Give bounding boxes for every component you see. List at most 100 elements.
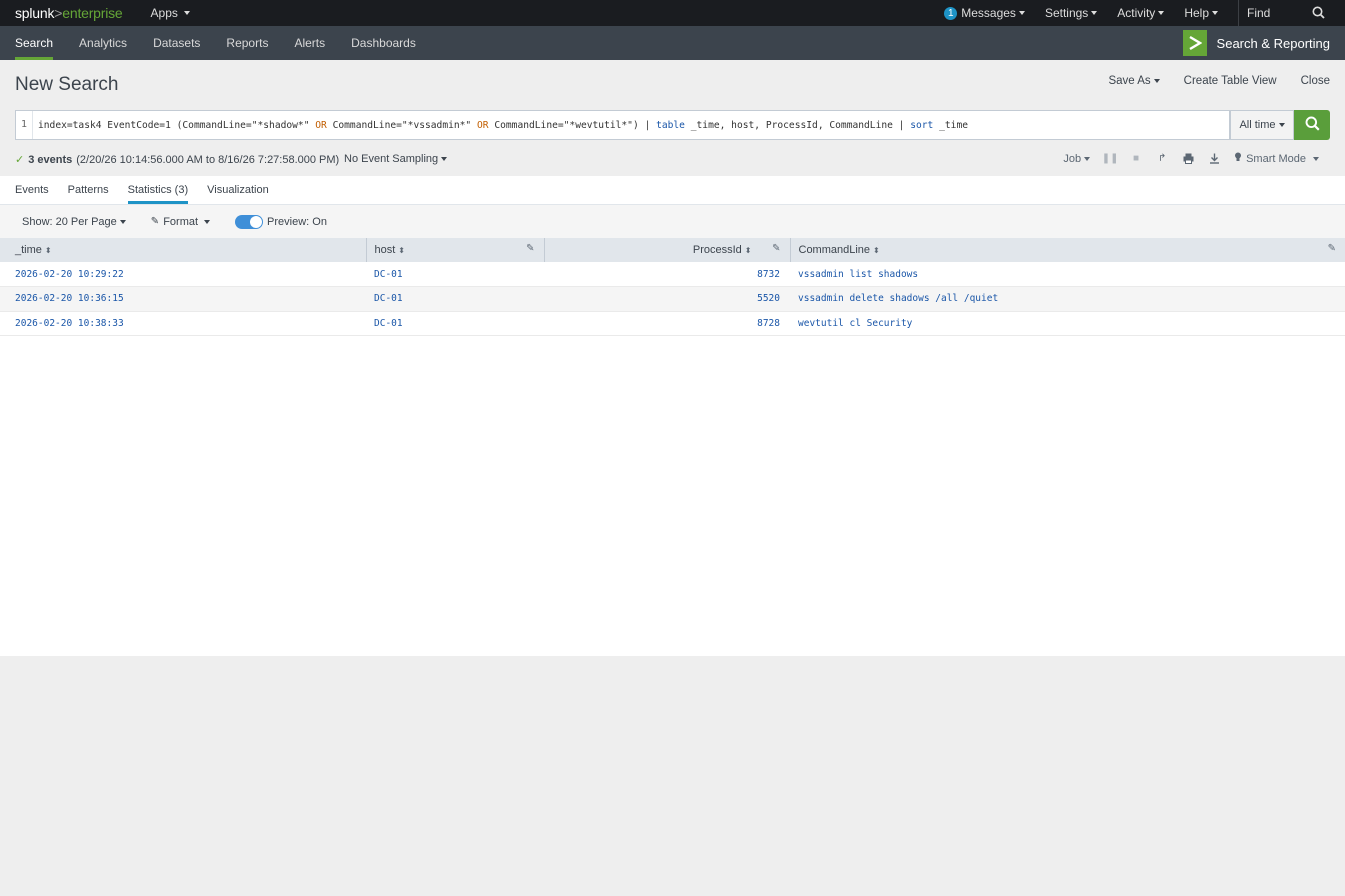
chevron-down-icon	[1153, 78, 1160, 83]
chevron-down-icon	[119, 219, 126, 224]
toggle-switch[interactable]	[235, 214, 264, 229]
event-sampling-label: No Event Sampling	[344, 153, 439, 165]
pencil-icon[interactable]: ✎	[526, 243, 534, 254]
cell-host[interactable]: DC-01	[366, 286, 544, 312]
query-command: sort	[910, 119, 934, 131]
close-button[interactable]: Close	[1301, 75, 1330, 87]
search-query-input[interactable]: 1 index=task4 EventCode=1 (CommandLine="…	[15, 110, 1230, 140]
chevron-down-icon	[1091, 11, 1098, 15]
tab-visualization[interactable]: Visualization	[207, 176, 269, 204]
column-header-time[interactable]: _time ⬍	[0, 238, 367, 262]
find-input[interactable]: Find	[1238, 0, 1330, 26]
query-part: _time	[933, 119, 968, 131]
nav-tab-alerts[interactable]: Alerts	[294, 26, 325, 60]
nav-tab-analytics[interactable]: Analytics	[79, 26, 127, 60]
nav-tab-dashboards[interactable]: Dashboards	[351, 26, 416, 60]
splunk-logo[interactable]: splunk > enterprise	[0, 5, 123, 21]
search-reporting-app-icon	[1182, 30, 1207, 56]
cell-host[interactable]: DC-01	[366, 311, 544, 336]
job-label: Job	[1063, 152, 1082, 165]
nav-tab-reports[interactable]: Reports	[226, 26, 268, 60]
query-part: CommandLine="*vssadmin*"	[326, 119, 477, 131]
tab-patterns[interactable]: Patterns	[68, 176, 109, 204]
sort-icon[interactable]: ⬍	[45, 246, 52, 255]
cell-time[interactable]: 2026-02-20 10:36:15	[0, 286, 366, 312]
query-keyword: OR	[315, 119, 327, 131]
results-toolbar: Show: 20 Per Page ✎ Format Preview: On	[0, 205, 1345, 238]
cell-processid[interactable]: 8732	[544, 262, 790, 287]
activity-label: Activity	[1117, 6, 1156, 20]
column-label: _time	[15, 244, 42, 256]
settings-menu[interactable]: Settings	[1045, 6, 1098, 20]
tab-events[interactable]: Events	[15, 176, 49, 204]
stop-icon[interactable]: ■	[1130, 153, 1142, 165]
time-range-picker[interactable]: All time	[1230, 110, 1294, 140]
messages-menu[interactable]: 1 Messages	[944, 6, 1025, 20]
save-as-button[interactable]: Save As	[1108, 75, 1160, 87]
share-icon[interactable]: ↱	[1156, 153, 1168, 165]
export-icon[interactable]	[1208, 153, 1220, 165]
cell-commandline[interactable]: wevtutil cl Security	[790, 311, 1345, 336]
sort-icon[interactable]: ⬍	[745, 246, 752, 255]
chevron-down-icon	[1212, 11, 1218, 15]
column-label: host	[374, 244, 396, 256]
top-bar: splunk > enterprise Apps 1 Messages Settin…	[0, 0, 1345, 26]
messages-label: Messages	[961, 6, 1016, 20]
app-title[interactable]: Search & Reporting	[1182, 30, 1330, 56]
table-row: 2026-02-20 10:38:33 DC-01 8728 wevtutil …	[0, 311, 1345, 336]
pencil-icon[interactable]: ✎	[772, 243, 780, 254]
app-nav: Search Analytics Datasets Reports Alerts…	[0, 26, 442, 60]
event-sampling-dropdown[interactable]: No Event Sampling	[344, 153, 448, 165]
app-name-label: Search & Reporting	[1216, 35, 1330, 51]
cell-host[interactable]: DC-01	[366, 262, 544, 287]
nav-tab-search[interactable]: Search	[15, 26, 54, 60]
cell-commandline[interactable]: vssadmin list shadows	[790, 262, 1345, 287]
help-menu[interactable]: Help	[1184, 6, 1218, 20]
sort-icon[interactable]: ⬍	[398, 246, 405, 255]
search-status-row: ✓ 3 events (2/20/26 10:14:56.000 AM to 8…	[0, 152, 1345, 176]
per-page-dropdown[interactable]: Show: 20 Per Page	[22, 216, 126, 228]
table-header-row: _time ⬍ host ⬍ ✎ ProcessId ⬍ ✎ CommandLine ⬍ ✎	[0, 238, 1345, 262]
table-row: 2026-02-20 10:29:22 DC-01 8732 vssadmin …	[0, 262, 1345, 287]
cell-time[interactable]: 2026-02-20 10:38:33	[0, 311, 366, 336]
query-keyword: OR	[477, 119, 489, 131]
apps-menu[interactable]: Apps	[151, 6, 190, 20]
search-icon[interactable]	[1312, 6, 1325, 22]
search-mode-menu[interactable]: Smart Mode	[1234, 152, 1319, 165]
chevron-down-icon	[441, 157, 448, 162]
print-icon[interactable]	[1182, 153, 1194, 165]
query-line-number: 1	[16, 111, 33, 139]
page-title: New Search	[15, 74, 119, 95]
cell-processid[interactable]: 8728	[544, 311, 790, 336]
sort-icon[interactable]: ⬍	[873, 246, 880, 255]
create-table-view-button[interactable]: Create Table View	[1184, 75, 1277, 87]
query-command: table	[656, 119, 685, 131]
table-row: 2026-02-20 10:36:15 DC-01 5520 vssadmin …	[0, 286, 1345, 312]
tab-statistics[interactable]: Statistics (3)	[127, 176, 189, 204]
preview-toggle[interactable]: Preview: On	[235, 214, 327, 229]
preview-label: Preview: On	[267, 215, 327, 228]
chevron-down-icon	[1084, 156, 1091, 161]
cell-commandline[interactable]: vssadmin delete shadows /all /quiet	[790, 286, 1345, 312]
column-header-commandline[interactable]: CommandLine ⬍ ✎	[790, 238, 1345, 262]
search-status: ✓ 3 events (2/20/26 10:14:56.000 AM to 8…	[15, 153, 339, 167]
pause-icon[interactable]: ❚❚	[1102, 153, 1119, 165]
activity-menu[interactable]: Activity	[1117, 6, 1165, 20]
nav-tab-datasets[interactable]: Datasets	[153, 26, 200, 60]
app-bar: Search Analytics Datasets Reports Alerts…	[0, 26, 1345, 60]
chevron-down-icon	[1158, 11, 1165, 15]
per-page-label: Show: 20 Per Page	[22, 215, 117, 228]
column-header-processid[interactable]: ProcessId ⬍ ✎	[544, 238, 791, 262]
format-dropdown[interactable]: ✎ Format	[151, 216, 211, 228]
time-range-label: All time	[1239, 119, 1276, 131]
lightbulb-icon	[1234, 152, 1242, 165]
cell-time[interactable]: 2026-02-20 10:29:22	[0, 262, 366, 287]
job-menu[interactable]: Job	[1063, 152, 1091, 165]
column-header-host[interactable]: host ⬍ ✎	[366, 238, 545, 262]
chevron-down-icon	[204, 219, 211, 224]
cell-processid[interactable]: 5520	[544, 286, 790, 312]
search-submit-button[interactable]	[1294, 110, 1330, 140]
search-mode-label: Smart Mode	[1246, 152, 1306, 165]
pencil-icon[interactable]: ✎	[1328, 243, 1336, 254]
page-header: New Search Save As Create Table View Clo…	[0, 60, 1345, 105]
